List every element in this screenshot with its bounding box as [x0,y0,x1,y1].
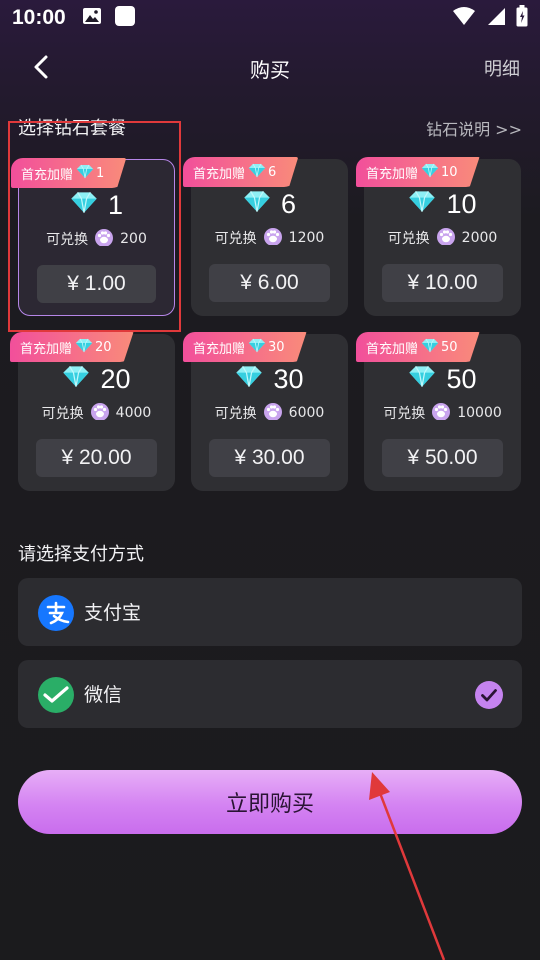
exchange-label: 可兑换 [214,231,257,247]
diamond-icon [408,189,436,220]
paw-icon [431,402,451,424]
diamond-icon [62,364,90,395]
badge-label: 首充加赠 [193,166,246,182]
battery-icon [516,5,528,31]
status-bar: 10:00 [0,0,540,36]
package-card[interactable]: 首充加赠 10 10 可兑换 2000 ¥ 10.00 [356,157,521,316]
badge-bonus: 20 [95,339,112,355]
diamond-icon [408,364,436,395]
exchange-label: 可兑换 [387,231,430,247]
wifi-icon [452,6,476,30]
paw-icon [90,402,110,424]
price-tag: ¥ 10.00 [382,264,503,302]
badge-label: 首充加赠 [366,166,419,182]
badge-bonus: 10 [441,164,458,180]
status-time: 10:00 [12,6,66,29]
exchange-amount: 1200 [288,230,325,246]
exchange-amount: 4000 [115,405,152,421]
diamond-quantity: 6 [280,189,297,219]
diamond-icon [421,338,439,357]
exchange-amount: 10000 [457,405,502,421]
top-nav-bar: 购买 明细 [0,44,540,90]
selected-check-icon [474,680,504,710]
annotation-highlight-box [8,121,181,332]
package-card[interactable]: 首充加赠 50 50 可兑换 10000 ¥ 50.00 [356,332,521,491]
diamond-icon [248,338,266,357]
payment-option-label: 支付宝 [84,602,142,624]
payment-option-alipay[interactable]: 支付宝 [18,578,522,646]
price-tag: ¥ 20.00 [36,439,157,477]
cellular-signal-icon [486,6,506,30]
paw-icon [263,402,283,424]
diamond-icon [248,163,266,182]
paw-icon [263,227,283,249]
wechat-icon [37,676,75,714]
diamond-quantity: 50 [446,364,477,394]
payment-option-wechat[interactable]: 微信 [18,660,522,728]
first-charge-badge: 首充加赠 10 [356,157,480,187]
price-tag: ¥ 50.00 [382,439,503,477]
package-card[interactable]: 首充加赠 30 30 可兑换 6000 ¥ 30.00 [183,332,348,491]
badge-bonus: 6 [268,164,277,180]
payment-section-heading: 请选择支付方式 [18,544,144,565]
buy-now-button[interactable]: 立即购买 [18,770,522,834]
diamond-quantity: 30 [273,364,304,394]
diamond-icon [243,189,271,220]
first-charge-badge: 首充加赠 30 [183,332,307,362]
diamond-icon [421,163,439,182]
payment-option-label: 微信 [84,684,123,706]
alipay-icon [37,594,75,632]
first-charge-badge: 首充加赠 6 [183,157,299,187]
diamond-info-link[interactable]: 钻石说明 >> [426,116,522,140]
package-card[interactable]: 首充加赠 6 6 可兑换 1200 ¥ 6.00 [183,157,348,316]
badge-bonus: 50 [441,339,458,355]
diamond-icon [235,364,263,395]
first-charge-badge: 首充加赠 20 [10,332,134,362]
exchange-label: 可兑换 [41,406,84,422]
exchange-amount: 6000 [288,405,325,421]
package-card[interactable]: 首充加赠 20 20 可兑换 4000 ¥ 20.00 [10,332,175,491]
details-link[interactable]: 明细 [484,55,520,81]
badge-label: 首充加赠 [193,341,246,357]
badge-label: 首充加赠 [366,341,419,357]
exchange-label: 可兑换 [383,406,426,422]
diamond-icon [75,338,93,357]
page-title: 购买 [250,58,290,82]
app-notification-icon [114,5,136,31]
diamond-quantity: 10 [446,189,477,219]
exchange-amount: 2000 [461,230,498,246]
price-tag: ¥ 6.00 [209,264,330,302]
badge-bonus: 30 [268,339,285,355]
gallery-icon [82,7,102,29]
price-tag: ¥ 30.00 [209,439,330,477]
exchange-label: 可兑换 [214,406,257,422]
first-charge-badge: 首充加赠 50 [356,332,480,362]
badge-label: 首充加赠 [20,341,73,357]
paw-icon [436,227,456,249]
diamond-quantity: 20 [100,364,131,394]
